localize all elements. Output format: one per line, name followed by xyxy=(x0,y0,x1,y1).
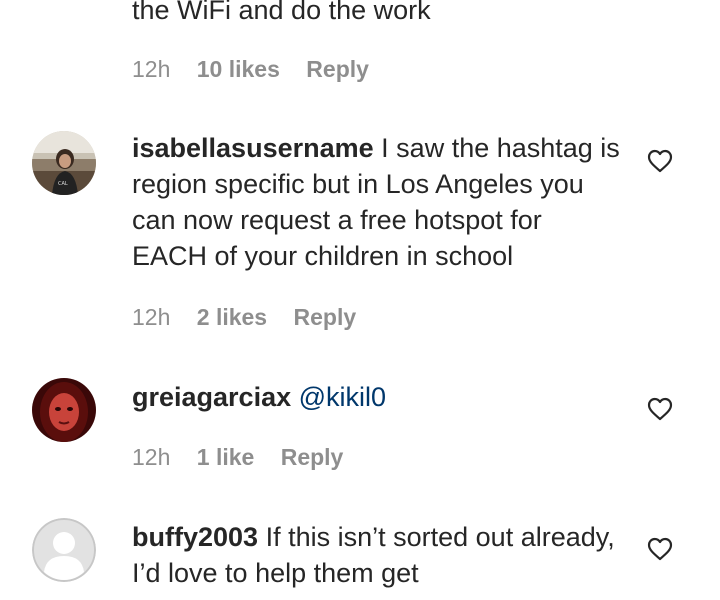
comment-meta: 12h 10 likes Reply xyxy=(132,56,389,83)
avatar[interactable] xyxy=(32,518,96,582)
comment-timestamp: 12h xyxy=(132,444,171,470)
comment-likes-link[interactable]: 2 likes xyxy=(197,304,267,330)
comment-text: greiagarciax @kikil0 xyxy=(132,379,622,415)
avatar-photo xyxy=(32,378,96,442)
comment-likes-link[interactable]: 10 likes xyxy=(197,56,280,82)
comments-list: the WiFi and do the work 12h 10 likes Re… xyxy=(0,0,720,600)
like-button[interactable] xyxy=(647,149,673,173)
comment-username[interactable]: greiagarciax xyxy=(132,382,291,412)
like-button[interactable] xyxy=(647,397,673,421)
svg-text:CAL: CAL xyxy=(58,181,68,187)
comment-text: the WiFi and do the work xyxy=(132,0,622,28)
comment-meta: 12h 1 like Reply xyxy=(132,444,363,471)
heart-outline-icon xyxy=(647,149,673,173)
reply-button[interactable]: Reply xyxy=(306,56,369,82)
like-button[interactable] xyxy=(647,537,673,561)
comment-timestamp: 12h xyxy=(132,304,171,330)
avatar[interactable] xyxy=(32,378,96,442)
comment-text: buffy2003 If this isn’t sorted out alrea… xyxy=(132,519,622,591)
comment-meta: 12h 2 likes Reply xyxy=(132,304,376,331)
heart-outline-icon xyxy=(647,537,673,561)
comment-username[interactable]: buffy2003 xyxy=(132,522,258,552)
comment-timestamp: 12h xyxy=(132,56,171,82)
comment-likes-link[interactable]: 1 like xyxy=(197,444,255,470)
heart-outline-icon xyxy=(647,397,673,421)
avatar-photo: CAL xyxy=(32,131,96,195)
comment-body: the WiFi and do the work xyxy=(132,0,431,25)
reply-button[interactable]: Reply xyxy=(294,304,357,330)
comment-username[interactable]: isabellasusername xyxy=(132,133,374,163)
comment-text: isabellasusername I saw the hashtag is r… xyxy=(132,130,622,274)
person-silhouette-icon xyxy=(32,518,96,582)
user-mention-link[interactable]: @kikil0 xyxy=(299,382,386,412)
avatar[interactable]: CAL xyxy=(32,131,96,195)
reply-button[interactable]: Reply xyxy=(281,444,344,470)
